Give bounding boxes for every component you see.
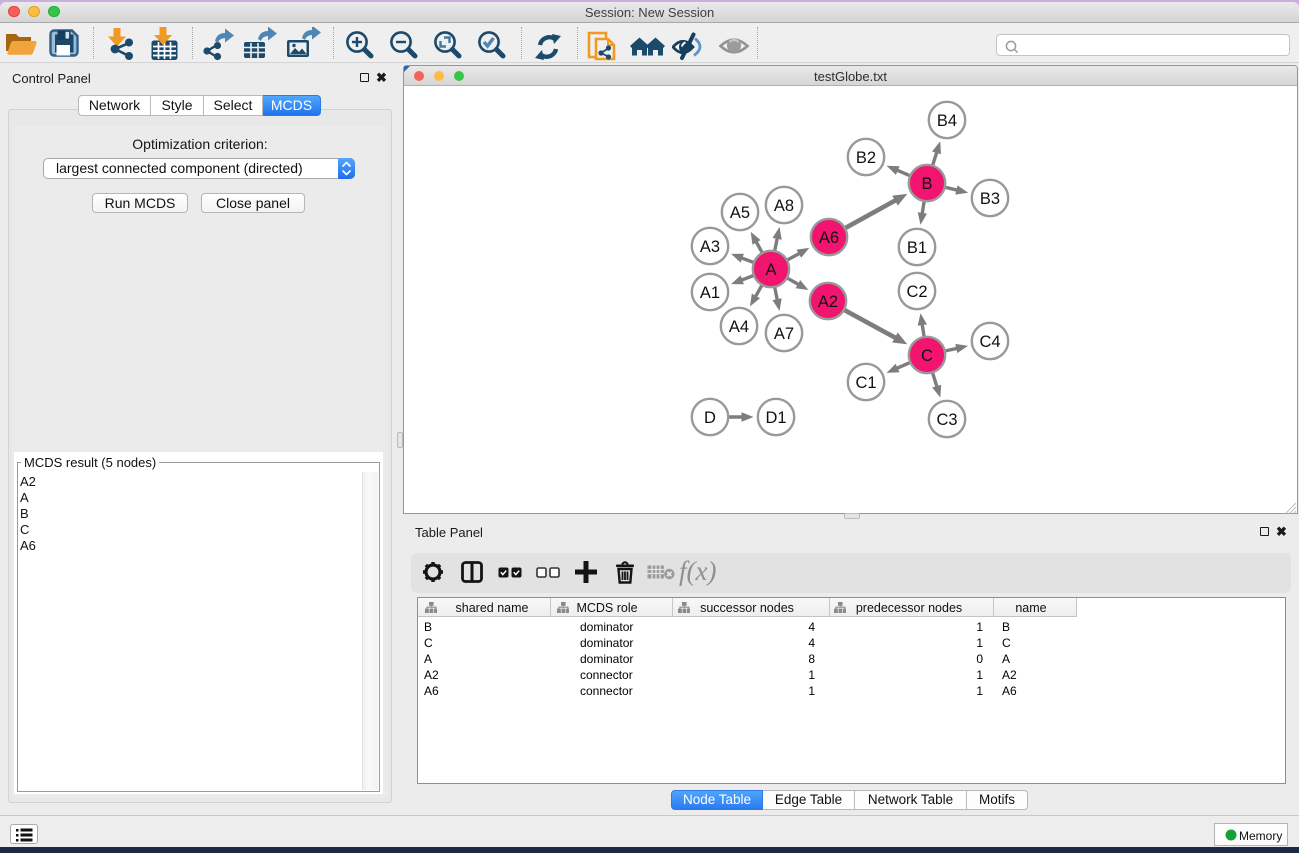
- svg-text:A8: A8: [774, 197, 794, 215]
- svg-text:f(x): f(x): [679, 556, 716, 586]
- svg-text:A: A: [765, 261, 776, 279]
- svg-text:A1: A1: [700, 284, 720, 302]
- svg-text:B1: B1: [907, 239, 927, 257]
- svg-text:B3: B3: [980, 190, 1000, 208]
- svg-text:C4: C4: [979, 333, 1000, 351]
- svg-text:C1: C1: [855, 374, 876, 392]
- svg-text:C3: C3: [936, 411, 957, 429]
- svg-text:A2: A2: [818, 293, 838, 311]
- svg-text:B2: B2: [856, 149, 876, 167]
- svg-text:C2: C2: [906, 283, 927, 301]
- svg-text:D1: D1: [765, 409, 786, 427]
- svg-text:D: D: [704, 409, 716, 427]
- svg-text:A3: A3: [700, 238, 720, 256]
- svg-text:A4: A4: [729, 318, 749, 336]
- svg-text:A5: A5: [730, 204, 750, 222]
- svg-text:A6: A6: [819, 229, 839, 247]
- svg-text:A7: A7: [774, 325, 794, 343]
- svg-text:B: B: [921, 175, 932, 193]
- svg-text:B4: B4: [937, 112, 957, 130]
- svg-text:C: C: [921, 347, 933, 365]
